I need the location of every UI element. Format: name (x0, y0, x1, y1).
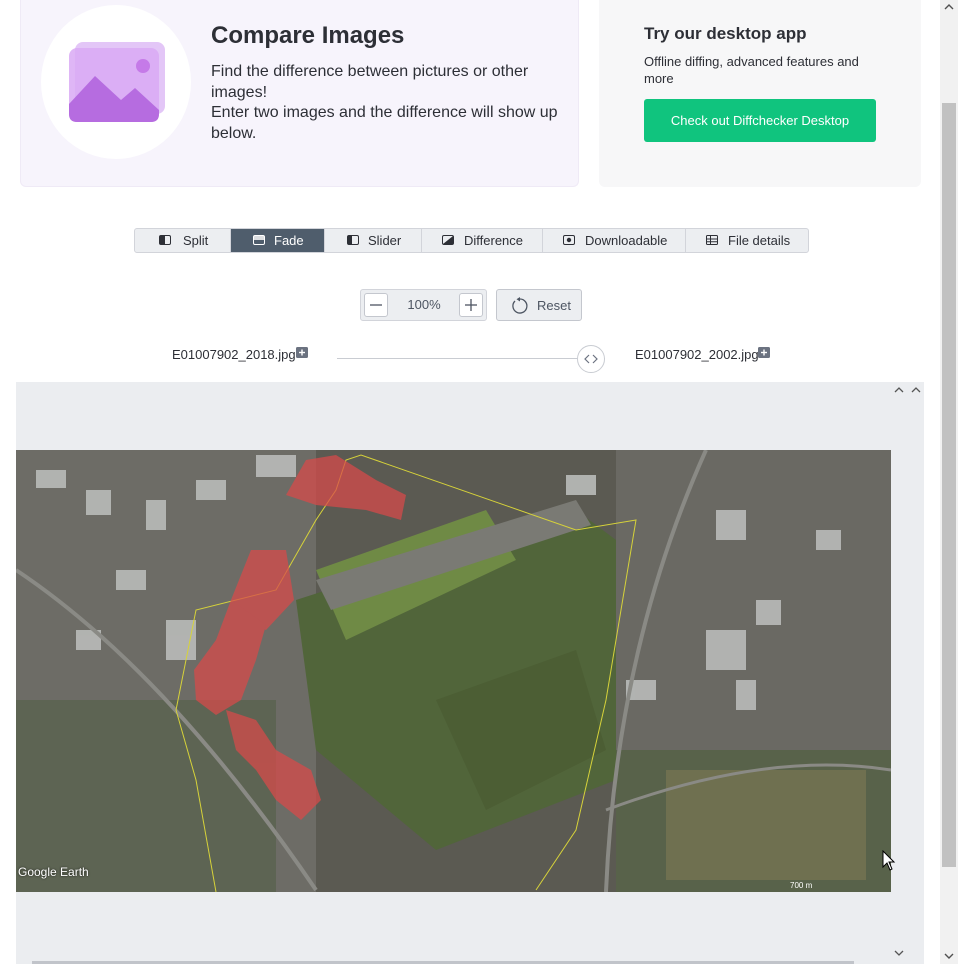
tab-slider[interactable]: Slider (325, 229, 422, 252)
zoom-out-button[interactable] (364, 293, 388, 317)
page-scrollbar[interactable] (940, 0, 958, 964)
tab-fade[interactable]: Fade (231, 229, 325, 252)
description-line-2: Enter two images and the difference will… (211, 104, 558, 142)
view-mode-tabs: Split Fade Slider Difference Downloadabl… (134, 228, 809, 253)
page-title: Compare Images (211, 22, 405, 49)
reset-label: Reset (537, 298, 571, 313)
left-file-name: E01007902_2018.jpg (172, 347, 296, 362)
promo-title: Try our desktop app (644, 24, 807, 43)
promo-description: Offline diffing, advanced features and m… (644, 54, 859, 86)
map-scale: 700 m (790, 881, 813, 890)
google-earth-logo: Google Earth (18, 865, 89, 879)
slider-icon (347, 235, 359, 245)
page: Compare Images Find the difference betwe… (0, 0, 958, 964)
mouse-cursor-icon (882, 850, 896, 871)
page-description: Find the difference between pictures or … (211, 62, 571, 144)
desktop-app-button[interactable]: Check out Diffchecker Desktop (644, 99, 876, 142)
tab-split-label: Split (183, 233, 209, 248)
add-file-icon[interactable] (758, 347, 770, 359)
fade-slider-track[interactable] (337, 358, 605, 359)
reset-button[interactable]: Reset (496, 289, 582, 321)
tab-file-details[interactable]: File details (686, 229, 808, 252)
tab-downloadable-label: Downloadable (585, 233, 668, 248)
minus-icon (370, 304, 382, 306)
add-file-icon[interactable] (296, 347, 308, 359)
satellite-map-graphic (16, 450, 891, 892)
tab-file-details-label: File details (728, 233, 791, 248)
fade-icon (253, 235, 265, 245)
satellite-image (16, 450, 891, 892)
right-file-name: E01007902_2002.jpg (635, 347, 759, 362)
chevron-down-icon[interactable] (893, 947, 905, 959)
viewer-scrollbar[interactable] (891, 382, 924, 964)
split-icon (159, 235, 171, 245)
compare-images-card: Compare Images Find the difference betwe… (20, 0, 579, 187)
hero-illustration (41, 5, 191, 159)
fade-slider-handle[interactable] (577, 345, 605, 373)
page-scrollbar-thumb[interactable] (942, 103, 956, 867)
code-arrows-icon (584, 354, 598, 364)
description-line-1: Find the difference between pictures or … (211, 63, 529, 101)
chevron-up-icon[interactable] (893, 384, 905, 396)
zoom-in-button[interactable] (459, 293, 483, 317)
difference-icon (442, 235, 454, 245)
desktop-app-card: Try our desktop app Offline diffing, adv… (599, 0, 921, 187)
scroll-down-arrow-icon[interactable] (944, 952, 954, 960)
plus-icon (465, 299, 477, 311)
tab-split[interactable]: Split (135, 229, 231, 252)
tab-difference-label: Difference (464, 233, 524, 248)
tab-fade-label: Fade (274, 233, 304, 248)
tab-slider-label: Slider (368, 233, 402, 248)
camera-icon (563, 235, 575, 245)
table-icon (706, 235, 718, 245)
scroll-up-arrow-icon[interactable] (944, 3, 954, 11)
chevron-up-icon[interactable] (910, 384, 922, 396)
tab-downloadable[interactable]: Downloadable (543, 229, 686, 252)
zoom-control: 100% (360, 289, 487, 321)
tab-difference[interactable]: Difference (422, 229, 543, 252)
reset-icon (512, 297, 528, 314)
image-icon (69, 42, 165, 122)
zoom-level: 100% (407, 297, 441, 312)
